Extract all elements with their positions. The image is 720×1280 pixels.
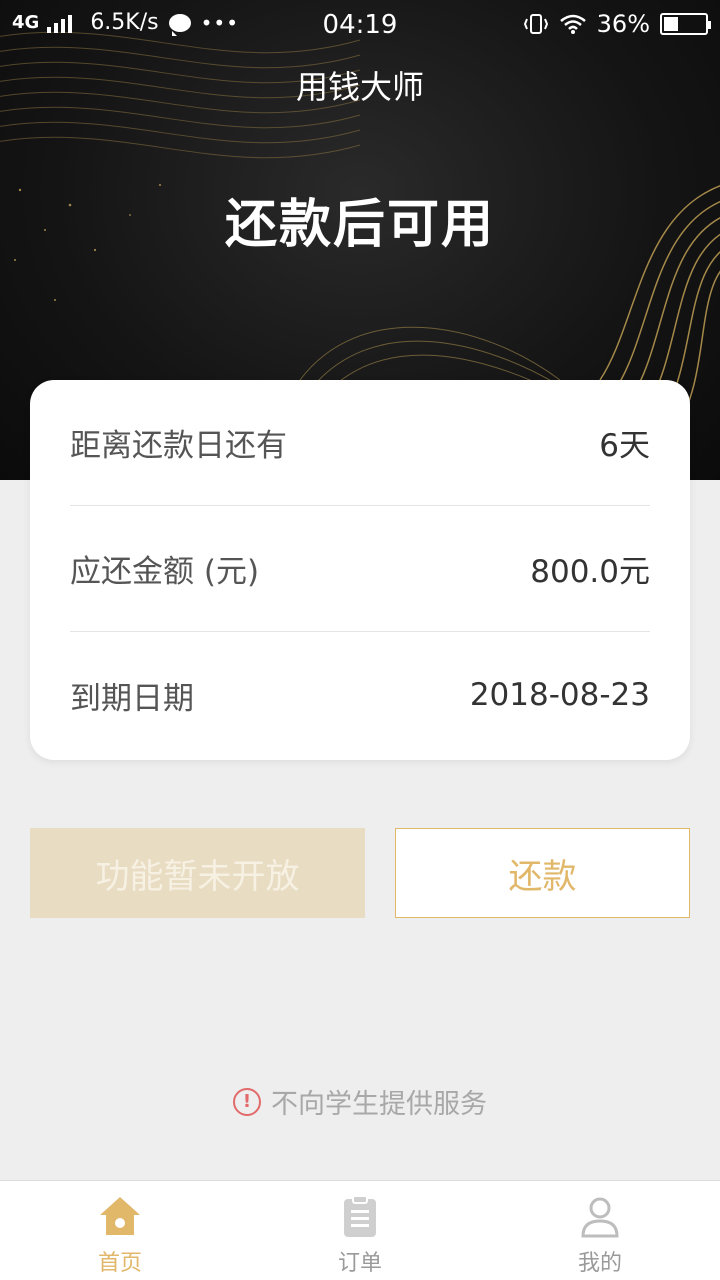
home-icon [100,1197,140,1235]
student-notice: ! 不向学生提供服务 [0,1082,720,1121]
row-label: 距离还款日还有 [70,428,287,464]
bottom-tab-bar: 首页 订单 我的 [0,1180,720,1280]
amount-due-row: 应还金额 (元) 800.0元 [70,506,650,632]
app-title: 用钱大师 [295,68,424,106]
battery-percent: 36% [596,10,650,38]
exclamation-icon: ! [233,1087,261,1116]
tab-label: 订单 [337,1251,382,1276]
tab-home[interactable]: 首页 [0,1181,240,1280]
user-icon [581,1197,619,1238]
credit-status-text: 还款后可用 [224,195,495,255]
status-bar: 4G 6.5K/s ••• 04:19 36% [0,0,720,50]
wifi-icon [559,14,586,34]
row-value: 6天 [599,428,650,464]
tab-orders[interactable]: 订单 [240,1181,480,1280]
row-label: 应还金额 (元) [70,554,260,590]
screen: 4G 6.5K/s ••• 04:19 36% 用钱大师 还款后可用 距离还款日… [0,0,720,1280]
battery-level [664,17,678,31]
feature-unavailable-button: 功能暂未开放 [30,828,365,918]
due-date-row: 到期日期 2018-08-23 [70,632,650,758]
repayment-card: 距离还款日还有 6天 应还金额 (元) 800.0元 到期日期 2018-08-… [30,380,690,760]
tab-profile[interactable]: 我的 [480,1181,720,1280]
row-value: 800.0元 [530,554,650,590]
row-value: 2018-08-23 [469,677,650,713]
days-remaining-row: 距离还款日还有 6天 [70,380,650,506]
battery-icon [660,13,711,35]
row-label: 到期日期 [70,680,194,717]
repay-button[interactable]: 还款 [395,828,690,918]
tab-label: 我的 [577,1251,622,1276]
clipboard-icon [344,1195,376,1237]
vibrate-icon [523,14,548,34]
tab-label: 首页 [97,1251,142,1276]
notice-text: 不向学生提供服务 [271,1089,487,1120]
